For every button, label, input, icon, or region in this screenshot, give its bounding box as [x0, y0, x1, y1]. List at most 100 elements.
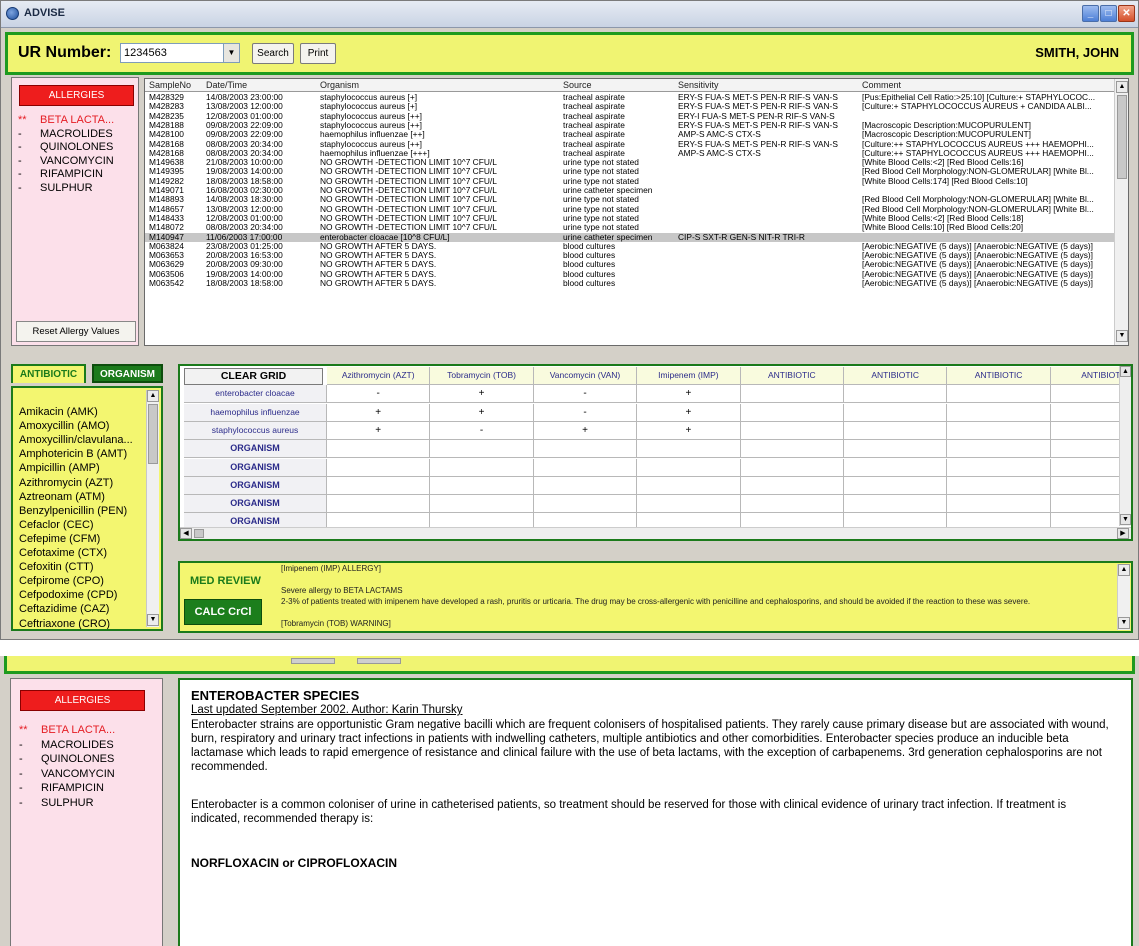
table-row[interactable]: M063542 18/08/2003 18:58:00 NO GROWTH AFTE…: [145, 279, 1115, 288]
grid-v-scrollbar[interactable]: ▲ ▼: [1119, 366, 1131, 526]
grid-organism-header[interactable]: staphylococcus aureus: [184, 421, 327, 440]
allergies-button[interactable]: ALLERGIES: [19, 85, 134, 106]
grid-cell[interactable]: [740, 495, 844, 514]
scroll-left-icon[interactable]: ◀: [180, 528, 192, 539]
grid-cell[interactable]: [844, 440, 948, 459]
scroll-up-icon[interactable]: ▲: [147, 390, 159, 402]
minimize-button[interactable]: _: [1082, 5, 1099, 22]
calc-crcl-button[interactable]: CALC CrCl: [184, 599, 262, 625]
allergy-item[interactable]: - VANCOMYCIN: [18, 155, 114, 169]
tab-antibiotic[interactable]: ANTIBIOTIC: [11, 364, 86, 383]
grid-cell[interactable]: +: [327, 403, 431, 422]
grid-organism-header[interactable]: haemophilus influenzae: [184, 403, 327, 422]
grid-organism-header[interactable]: ORGANISM: [184, 476, 327, 495]
header-button-stub[interactable]: [291, 658, 335, 664]
scroll-down-icon[interactable]: ▼: [147, 614, 159, 626]
grid-cell[interactable]: [430, 440, 534, 459]
table-scrollbar[interactable]: ▲ ▼: [1114, 79, 1128, 345]
scroll-up-icon[interactable]: ▲: [1116, 81, 1128, 93]
table-row[interactable]: M148433 12/08/2003 01:00:00 NO GROWTH -DET…: [145, 214, 1115, 223]
grid-cell[interactable]: [533, 495, 638, 514]
grid-cell[interactable]: [740, 476, 844, 495]
antibiotic-list-item[interactable]: Ceftriaxone (CRO): [19, 618, 110, 630]
table-row[interactable]: M149071 16/08/2003 02:30:00 NO GROWTH -DET…: [145, 186, 1115, 195]
grid-cell[interactable]: [327, 476, 431, 495]
grid-h-scrollbar[interactable]: ◀ ▶: [180, 527, 1131, 539]
grid-cell[interactable]: [844, 421, 948, 440]
grid-cell[interactable]: [844, 495, 948, 514]
table-row[interactable]: M063824 23/08/2003 01:25:00 NO GROWTH AFTE…: [145, 242, 1115, 251]
antibiotic-list-item[interactable]: Cefaclor (CEC): [19, 519, 94, 531]
grid-cell[interactable]: [740, 440, 844, 459]
column-datetime[interactable]: Date/Time: [206, 80, 247, 90]
print-button[interactable]: Print: [300, 43, 336, 64]
grid-cell[interactable]: [947, 495, 1051, 514]
allergy-item[interactable]: - RIFAMPICIN: [19, 781, 115, 796]
column-comment[interactable]: Comment: [862, 80, 901, 90]
antibiotic-list-item[interactable]: Benzylpenicillin (PEN): [19, 505, 127, 517]
grid-cell[interactable]: +: [533, 421, 638, 440]
grid-cell[interactable]: +: [637, 421, 741, 440]
table-row[interactable]: M428329 14/08/2003 23:00:00 staphylococcus…: [145, 93, 1115, 102]
scroll-down-icon[interactable]: ▼: [1118, 617, 1130, 629]
table-row[interactable]: M428188 09/08/2003 22:09:00 staphylococcus…: [145, 121, 1115, 130]
grid-cell[interactable]: [430, 495, 534, 514]
table-row[interactable]: M063629 20/08/2003 09:30:00 NO GROWTH AFTE…: [145, 260, 1115, 269]
allergy-item[interactable]: ** BETA LACTA...: [18, 114, 114, 128]
grid-cell[interactable]: [947, 385, 1051, 404]
antibiotic-list-item[interactable]: Amphotericin B (AMT): [19, 448, 127, 460]
column-sampleno[interactable]: SampleNo: [149, 80, 191, 90]
table-row[interactable]: M149282 18/08/2003 18:58:00 NO GROWTH -DET…: [145, 177, 1115, 186]
grid-cell[interactable]: [844, 403, 948, 422]
scroll-down-icon[interactable]: ▼: [1120, 514, 1131, 525]
antibiotic-list-item[interactable]: Ceftazidime (CAZ): [19, 603, 109, 615]
allergy-item[interactable]: - QUINOLONES: [19, 752, 115, 767]
table-row[interactable]: M148893 14/08/2003 18:30:00 NO GROWTH -DET…: [145, 195, 1115, 204]
grid-organism-header[interactable]: enterobacter cloacae: [184, 385, 327, 404]
grid-cell[interactable]: [533, 458, 638, 477]
antibiotic-list-item[interactable]: Amoxycillin/clavulana...: [19, 434, 133, 446]
table-row[interactable]: M063506 19/08/2003 14:00:00 NO GROWTH AFTE…: [145, 270, 1115, 279]
grid-cell[interactable]: [844, 385, 948, 404]
scroll-right-icon[interactable]: ▶: [1117, 528, 1129, 539]
grid-cell[interactable]: [327, 458, 431, 477]
grid-cell[interactable]: -: [430, 421, 534, 440]
table-row[interactable]: M148657 13/08/2003 12:00:00 NO GROWTH -DET…: [145, 205, 1115, 214]
grid-cell[interactable]: -: [533, 403, 638, 422]
table-row[interactable]: M428283 13/08/2003 12:00:00 staphylococcus…: [145, 102, 1115, 111]
table-row[interactable]: M140947 11/06/2003 17:00:00 enterobacter c…: [145, 232, 1115, 242]
grid-antibiotic-header[interactable]: Azithromycin (AZT): [327, 367, 431, 385]
scroll-thumb[interactable]: [1117, 95, 1127, 179]
allergy-item[interactable]: - VANCOMYCIN: [19, 767, 115, 782]
allergy-item[interactable]: - MACROLIDES: [19, 738, 115, 753]
grid-antibiotic-header[interactable]: Tobramycin (TOB): [430, 367, 534, 385]
grid-cell[interactable]: -: [533, 385, 638, 404]
grid-antibiotic-header[interactable]: Imipenem (IMP): [637, 367, 741, 385]
scroll-down-icon[interactable]: ▼: [1116, 330, 1128, 342]
grid-organism-header[interactable]: ORGANISM: [184, 440, 327, 459]
grid-cell[interactable]: [637, 458, 741, 477]
grid-cell[interactable]: [947, 403, 1051, 422]
grid-cell[interactable]: [327, 440, 431, 459]
antibiotic-list-item[interactable]: Cefpirome (CPO): [19, 575, 104, 587]
grid-cell[interactable]: [740, 403, 844, 422]
antibiotic-list-item[interactable]: Cefpodoxime (CPD): [19, 589, 117, 601]
grid-cell[interactable]: [740, 458, 844, 477]
antibiotic-list-item[interactable]: Amikacin (AMK): [19, 406, 98, 418]
allergy-item[interactable]: - SULPHUR: [18, 182, 114, 196]
grid-cell[interactable]: [740, 421, 844, 440]
antibiotic-list-item[interactable]: Amoxycillin (AMO): [19, 420, 109, 432]
grid-cell[interactable]: [947, 440, 1051, 459]
grid-cell[interactable]: [430, 458, 534, 477]
table-row[interactable]: M428168 08/08/2003 20:34:00 staphylococcus…: [145, 140, 1115, 149]
review-scrollbar[interactable]: ▲ ▼: [1117, 564, 1130, 630]
table-row[interactable]: M428235 12/08/2003 01:00:00 staphylococcus…: [145, 112, 1115, 121]
allergy-item[interactable]: - RIFAMPICIN: [18, 168, 114, 182]
close-button[interactable]: ✕: [1118, 5, 1135, 22]
grid-cell[interactable]: +: [637, 385, 741, 404]
column-source[interactable]: Source: [563, 80, 592, 90]
search-button[interactable]: Search: [252, 43, 294, 64]
grid-organism-header[interactable]: ORGANISM: [184, 458, 327, 477]
chevron-down-icon[interactable]: ▼: [223, 44, 239, 62]
grid-cell[interactable]: [533, 440, 638, 459]
